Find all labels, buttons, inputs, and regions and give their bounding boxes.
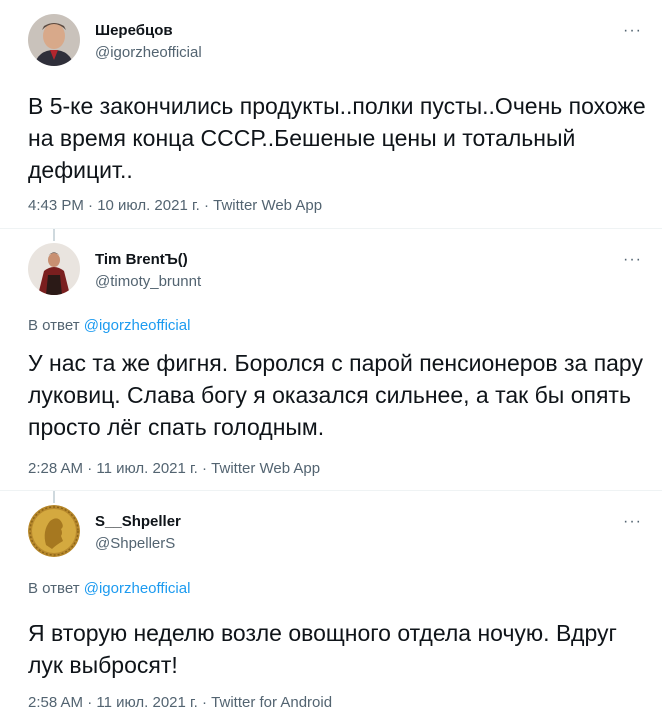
avatar[interactable] — [28, 14, 80, 66]
more-options-icon[interactable]: ··· — [623, 23, 642, 39]
tweet-metadata[interactable]: 4:43 PM · 10 июл. 2021 г. · Twitter Web … — [28, 197, 322, 214]
author-handle[interactable]: @igorzheofficial — [95, 44, 202, 61]
avatar[interactable] — [28, 243, 80, 295]
tweet-text: Я вторую неделю возле овощного отдела но… — [28, 620, 617, 678]
tweet-3[interactable]: S__Shpeller @ShpellerS ··· В ответ @igor… — [0, 491, 662, 723]
tweet-1[interactable]: Шеребцов @igorzheofficial ··· В 5-ке зак… — [0, 0, 662, 229]
thread-connector — [53, 491, 55, 503]
tweet-metadata[interactable]: 2:58 AM · 11 июл. 2021 г. · Twitter for … — [28, 694, 332, 711]
more-options-icon[interactable]: ··· — [623, 252, 642, 268]
reply-prefix: В ответ — [28, 580, 80, 597]
avatar[interactable] — [28, 505, 80, 557]
author-name[interactable]: Tim BrentЪ() — [95, 251, 188, 268]
author-handle[interactable]: @ShpellerS — [95, 535, 175, 552]
author-name[interactable]: Шеребцов — [95, 22, 173, 39]
tweet-text: В 5-ке закончились продукты..полки пусты… — [28, 93, 646, 183]
tweet-text: У нас та же фигня. Боролся с парой пенси… — [28, 350, 643, 440]
reply-prefix: В ответ — [28, 317, 80, 334]
thread-connector — [53, 229, 55, 241]
reply-to-line: В ответ @igorzheofficial — [28, 317, 190, 334]
author-handle[interactable]: @timoty_brunnt — [95, 273, 201, 290]
reply-to-line: В ответ @igorzheofficial — [28, 580, 190, 597]
tweet-2[interactable]: Tim BrentЪ() @timoty_brunnt ··· В ответ … — [0, 229, 662, 491]
more-options-icon[interactable]: ··· — [623, 514, 642, 530]
author-name[interactable]: S__Shpeller — [95, 513, 181, 530]
tweet-metadata[interactable]: 2:28 AM · 11 июл. 2021 г. · Twitter Web … — [28, 460, 320, 477]
reply-mention-link[interactable]: @igorzheofficial — [84, 317, 191, 334]
reply-mention-link[interactable]: @igorzheofficial — [84, 580, 191, 597]
